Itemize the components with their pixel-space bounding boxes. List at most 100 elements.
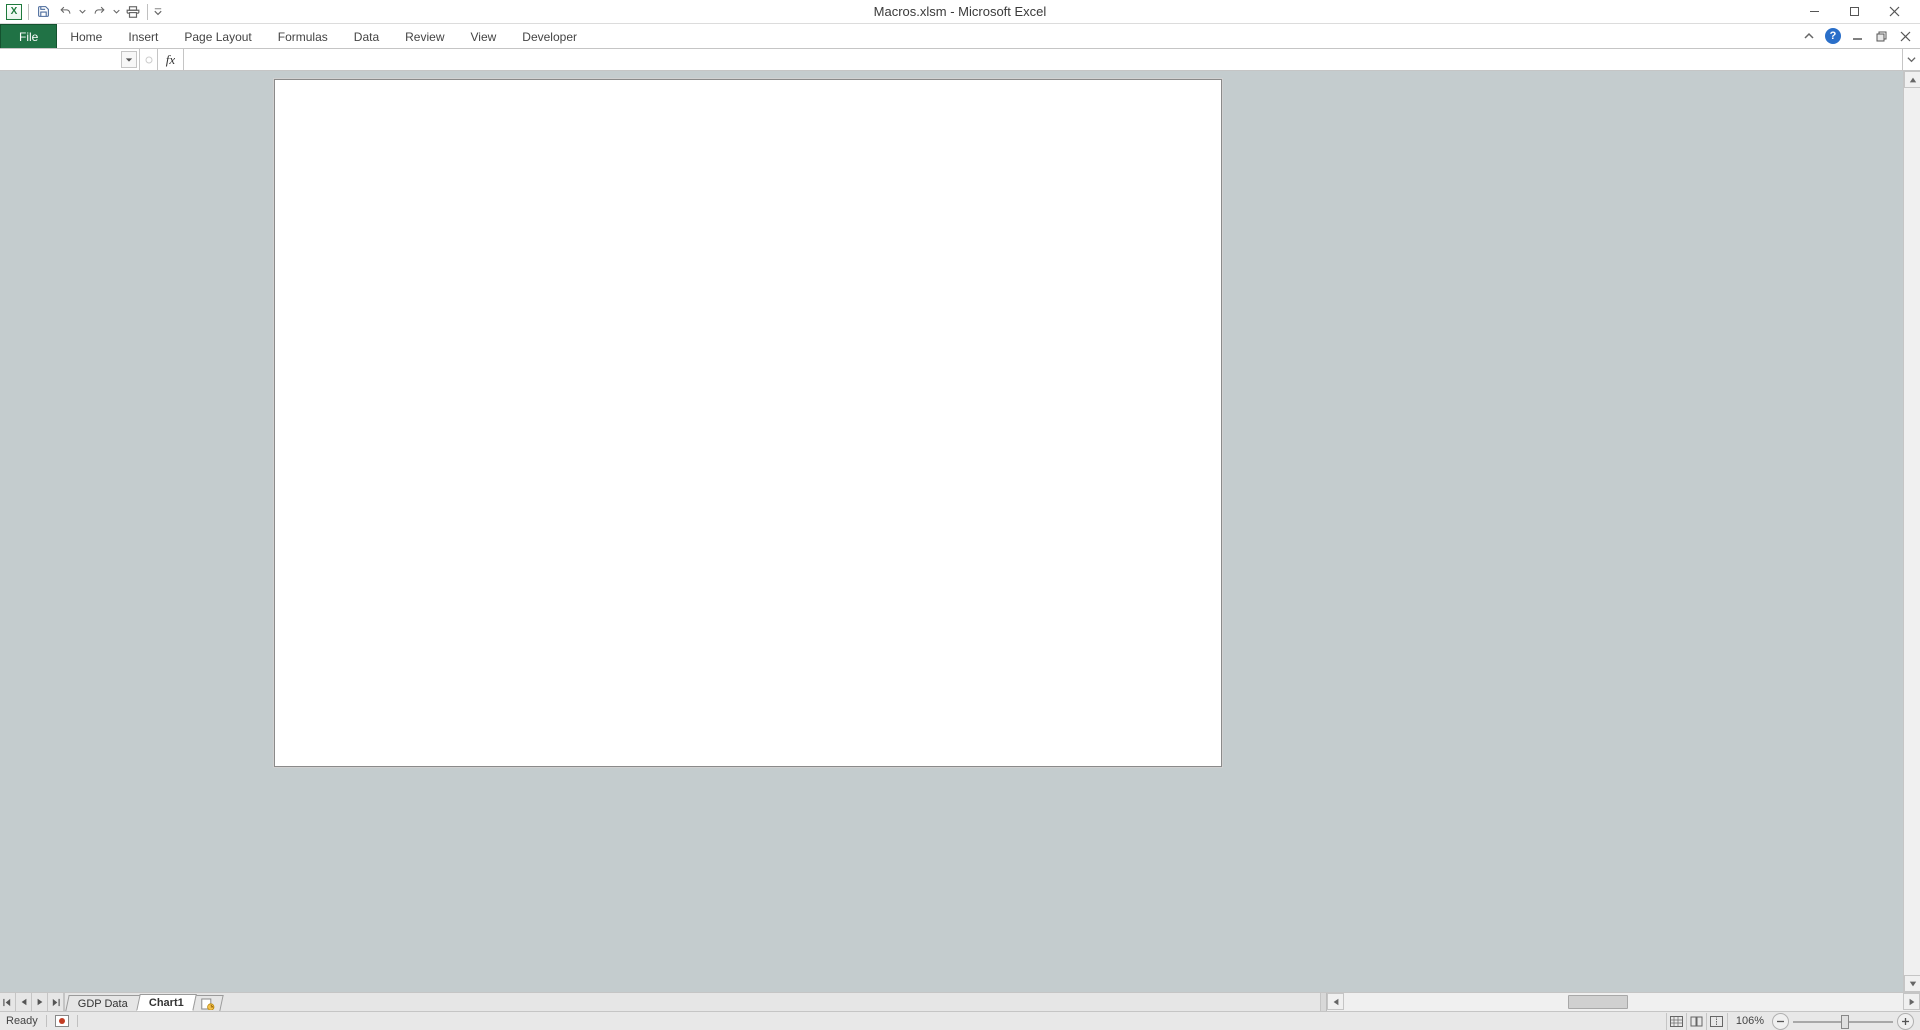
- dash-icon: [144, 55, 154, 65]
- workbook-close-button[interactable]: [1896, 27, 1914, 45]
- zoom-in-button[interactable]: [1897, 1013, 1914, 1030]
- formula-input[interactable]: [184, 49, 1902, 70]
- undo-dropdown[interactable]: [77, 2, 87, 22]
- zoom-level-label[interactable]: 106%: [1728, 1015, 1772, 1027]
- maximize-icon: [1849, 6, 1860, 17]
- chevron-down-icon: [79, 8, 86, 15]
- page-layout-view-button[interactable]: [1687, 1013, 1707, 1030]
- new-sheet-icon: [201, 998, 215, 1010]
- tab-data[interactable]: Data: [341, 24, 392, 48]
- workbook-restore-button[interactable]: [1872, 27, 1890, 45]
- chevron-down-icon: [154, 7, 162, 17]
- status-bar: Ready 106%: [0, 1011, 1920, 1030]
- app-icon[interactable]: X: [4, 2, 24, 22]
- sheet-tab-label: GDP Data: [78, 998, 128, 1010]
- formula-bar: fx: [0, 49, 1920, 71]
- chart-canvas[interactable]: [274, 79, 1222, 767]
- sheet-tab-gdp-data[interactable]: GDP Data: [65, 995, 140, 1011]
- workbook-minimize-button[interactable]: [1848, 27, 1866, 45]
- status-separator: [77, 1015, 78, 1027]
- title-bar: X Macros.xlsm - Microsoft Excel: [0, 0, 1920, 24]
- insert-function-button[interactable]: fx: [158, 49, 184, 70]
- triangle-right-icon: [36, 998, 44, 1006]
- tab-formulas[interactable]: Formulas: [265, 24, 341, 48]
- tab-page-layout[interactable]: Page Layout: [171, 24, 264, 48]
- scroll-down-button[interactable]: [1904, 975, 1920, 992]
- tab-view[interactable]: View: [458, 24, 510, 48]
- page-layout-icon: [1690, 1016, 1703, 1027]
- undo-button[interactable]: [55, 2, 75, 22]
- sheet-tab-label: Chart1: [149, 997, 184, 1009]
- quick-access-toolbar: X: [0, 2, 164, 22]
- save-button[interactable]: [33, 2, 53, 22]
- sheet-tab-bar: GDP Data Chart1: [0, 992, 1920, 1011]
- triangle-down-icon: [1909, 980, 1917, 988]
- first-icon: [3, 998, 12, 1007]
- status-left: Ready: [0, 1015, 78, 1027]
- scroll-right-button[interactable]: [1903, 993, 1920, 1010]
- chevron-down-icon: [1907, 55, 1916, 64]
- page-break-view-button[interactable]: [1707, 1013, 1727, 1030]
- zoom-slider[interactable]: [1793, 1013, 1893, 1030]
- sheet-nav-buttons: [0, 993, 65, 1011]
- redo-dropdown[interactable]: [111, 2, 121, 22]
- horizontal-scroll-thumb[interactable]: [1568, 995, 1628, 1009]
- excel-icon: X: [6, 4, 22, 20]
- minimize-ribbon-button[interactable]: [1800, 27, 1818, 45]
- horizontal-scrollbar[interactable]: [1320, 993, 1920, 1011]
- view-buttons: [1666, 1013, 1728, 1030]
- minus-icon: [1776, 1017, 1785, 1026]
- formula-buttons: fx: [140, 49, 184, 70]
- zoom-controls: [1772, 1013, 1914, 1030]
- scroll-up-button[interactable]: [1904, 71, 1920, 88]
- expand-formula-bar-button[interactable]: [1902, 49, 1920, 70]
- new-sheet-button[interactable]: [192, 995, 223, 1011]
- status-ready-label: Ready: [6, 1015, 38, 1027]
- status-separator: [46, 1015, 47, 1027]
- next-sheet-button[interactable]: [32, 993, 48, 1011]
- minimize-button[interactable]: [1794, 2, 1834, 22]
- maximize-button[interactable]: [1834, 2, 1874, 22]
- close-button[interactable]: [1874, 2, 1914, 22]
- vertical-scrollbar[interactable]: [1903, 71, 1920, 992]
- chevron-down-icon: [113, 8, 120, 15]
- last-sheet-button[interactable]: [48, 993, 64, 1011]
- macro-recording-icon[interactable]: [55, 1015, 69, 1027]
- redo-icon: [93, 5, 106, 18]
- plus-icon: [1901, 1017, 1910, 1026]
- tab-review[interactable]: Review: [392, 24, 457, 48]
- help-button[interactable]: ?: [1824, 27, 1842, 45]
- restore-icon: [1876, 31, 1887, 42]
- triangle-up-icon: [1909, 76, 1917, 84]
- sheet-area: [0, 71, 1920, 992]
- minimize-icon: [1809, 6, 1820, 17]
- sheet-tab-chart1[interactable]: Chart1: [136, 994, 196, 1011]
- name-box-dropdown[interactable]: [121, 51, 137, 68]
- sheet-tabs: GDP Data Chart1: [65, 993, 221, 1011]
- vertical-scroll-track[interactable]: [1904, 88, 1920, 975]
- tab-developer[interactable]: Developer: [509, 24, 590, 48]
- scroll-left-button[interactable]: [1327, 993, 1344, 1010]
- qat-separator: [147, 4, 148, 20]
- close-icon: [1900, 31, 1911, 42]
- zoom-slider-thumb[interactable]: [1841, 1015, 1849, 1029]
- customize-qat-button[interactable]: [152, 2, 164, 22]
- undo-icon: [59, 5, 72, 18]
- tab-insert[interactable]: Insert: [115, 24, 171, 48]
- print-preview-button[interactable]: [123, 2, 143, 22]
- horizontal-scroll-track[interactable]: [1344, 993, 1903, 1011]
- grid-icon: [1670, 1016, 1683, 1027]
- close-icon: [1889, 6, 1900, 17]
- chevron-down-icon: [125, 56, 133, 64]
- tab-file[interactable]: File: [0, 24, 57, 48]
- tab-home[interactable]: Home: [57, 24, 115, 48]
- zoom-out-button[interactable]: [1772, 1013, 1789, 1030]
- chevron-up-icon: [1803, 30, 1815, 42]
- name-box[interactable]: [0, 49, 140, 70]
- normal-view-button[interactable]: [1667, 1013, 1687, 1030]
- prev-sheet-button[interactable]: [16, 993, 32, 1011]
- first-sheet-button[interactable]: [0, 993, 16, 1011]
- redo-button[interactable]: [89, 2, 109, 22]
- window-title: Macros.xlsm - Microsoft Excel: [0, 0, 1920, 23]
- page-break-icon: [1710, 1016, 1723, 1027]
